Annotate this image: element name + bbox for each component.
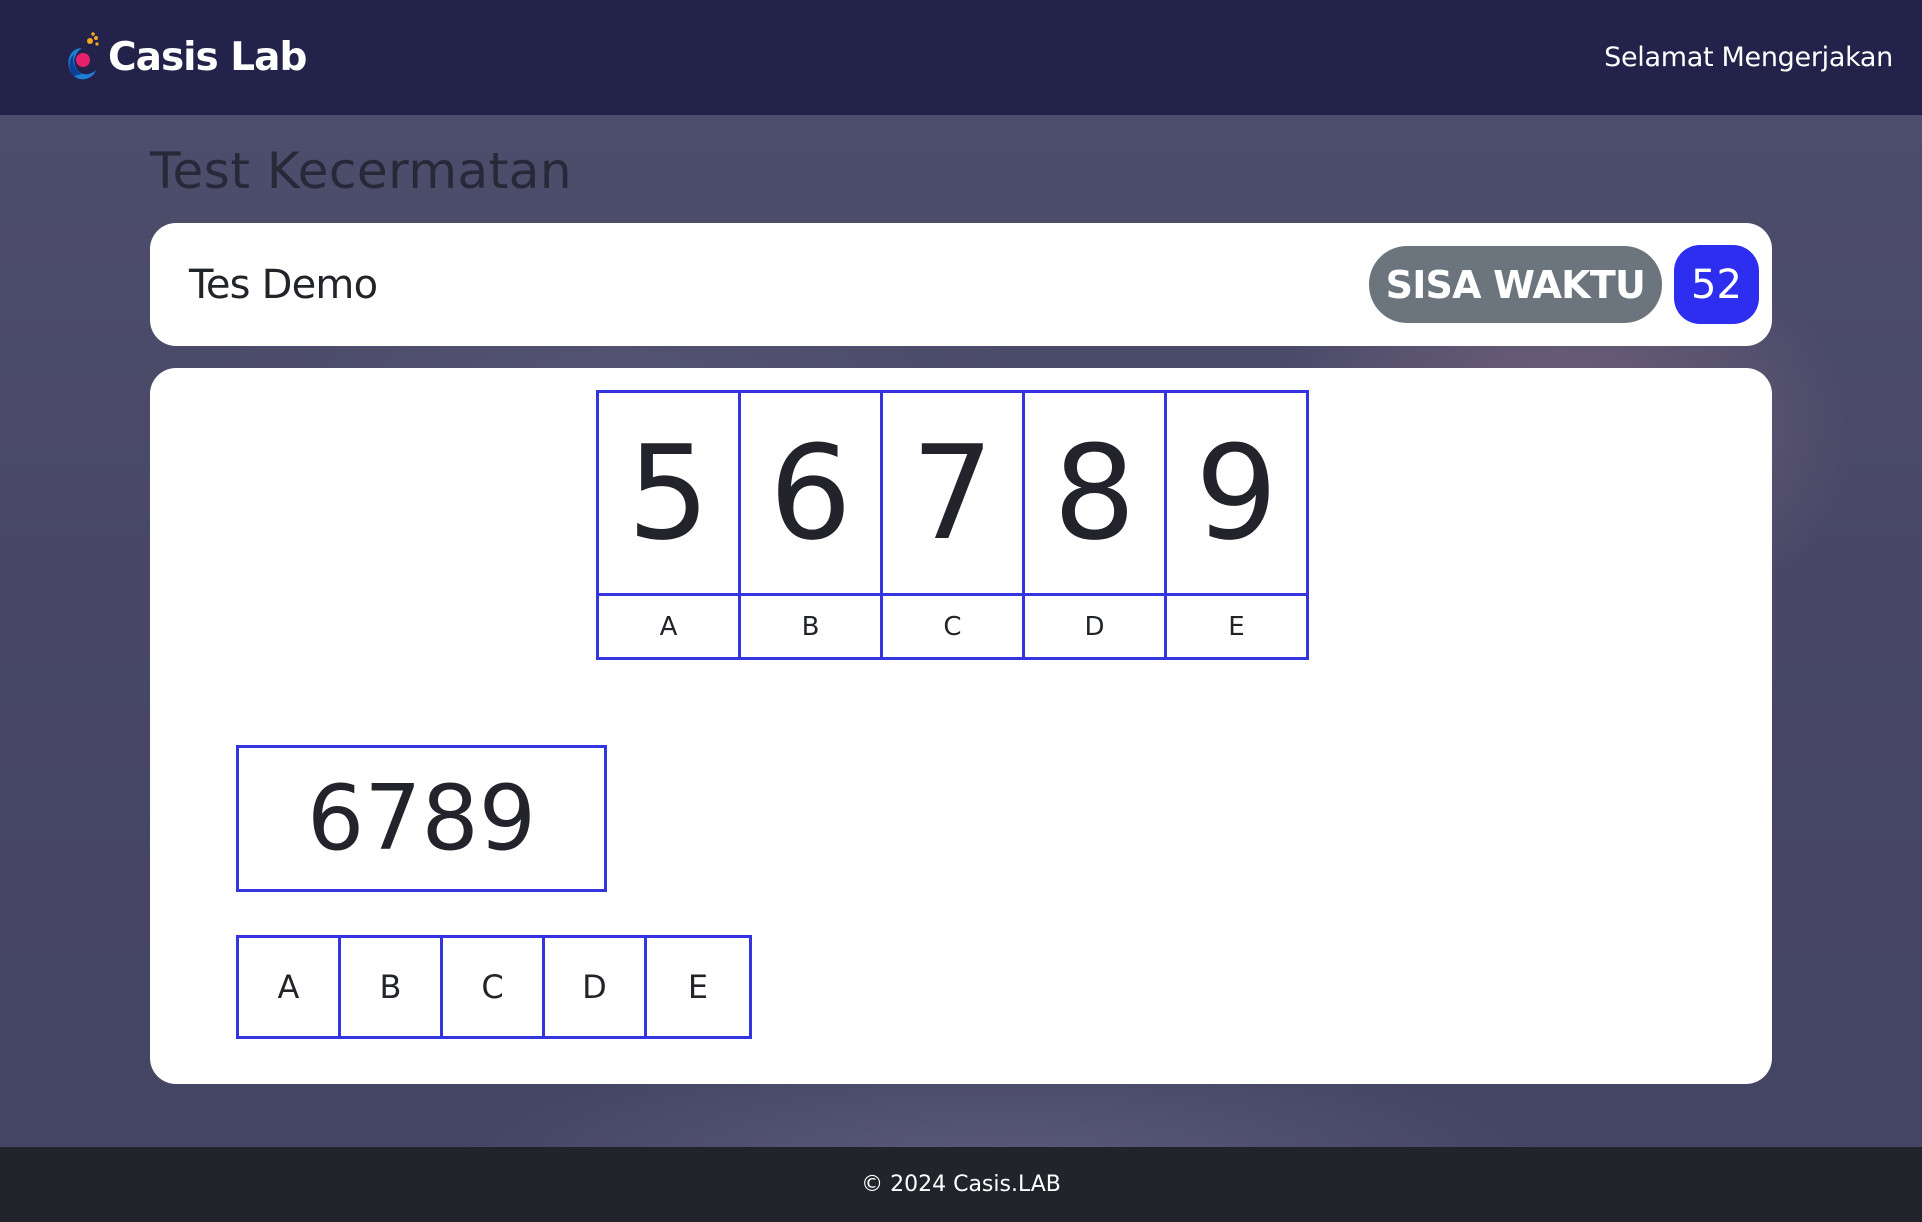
brand-name: Casis Lab (108, 35, 307, 80)
key-number-cell: 7 (880, 390, 1025, 596)
key-number-cell: 8 (1022, 390, 1167, 596)
timer-value-badge: 52 (1674, 245, 1759, 324)
key-table: 5 6 7 8 9 A B C D E (596, 390, 1309, 660)
page-title: Test Kecermatan (150, 142, 573, 200)
test-name: Tes Demo (189, 261, 378, 308)
answer-button-d[interactable]: D (545, 938, 647, 1036)
key-letter-row: A B C D E (596, 593, 1309, 660)
key-number-cell: 6 (738, 390, 883, 596)
key-letter-cell: B (738, 593, 883, 660)
test-info-card: Tes Demo SISA WAKTU 52 (150, 223, 1772, 346)
key-letter-cell: D (1022, 593, 1167, 660)
footer-copyright: © 2024 Casis.LAB (861, 1172, 1061, 1197)
key-letter-cell: A (596, 593, 741, 660)
answer-button-c[interactable]: C (443, 938, 545, 1036)
key-letter-cell: C (880, 593, 1025, 660)
key-letter-cell: E (1164, 593, 1309, 660)
brand[interactable]: Casis Lab (62, 31, 307, 84)
question-card: 5 6 7 8 9 A B C D E 6789 A B C D E (150, 368, 1772, 1084)
key-number-cell: 5 (596, 390, 741, 596)
answer-button-b[interactable]: B (341, 938, 443, 1036)
key-number-row: 5 6 7 8 9 (596, 390, 1309, 596)
answer-options: A B C D E (236, 935, 752, 1039)
answer-button-e[interactable]: E (647, 938, 749, 1036)
brand-logo-icon (62, 31, 100, 84)
timer-label-badge: SISA WAKTU (1368, 246, 1662, 323)
greeting-text: Selamat Mengerjakan (1604, 42, 1893, 73)
question-box: 6789 (236, 745, 607, 892)
navbar: Casis Lab Selamat Mengerjakan (0, 0, 1922, 115)
key-number-cell: 9 (1164, 390, 1309, 596)
footer: © 2024 Casis.LAB (0, 1147, 1922, 1222)
timer: SISA WAKTU 52 (1368, 245, 1759, 324)
answer-button-a[interactable]: A (239, 938, 341, 1036)
